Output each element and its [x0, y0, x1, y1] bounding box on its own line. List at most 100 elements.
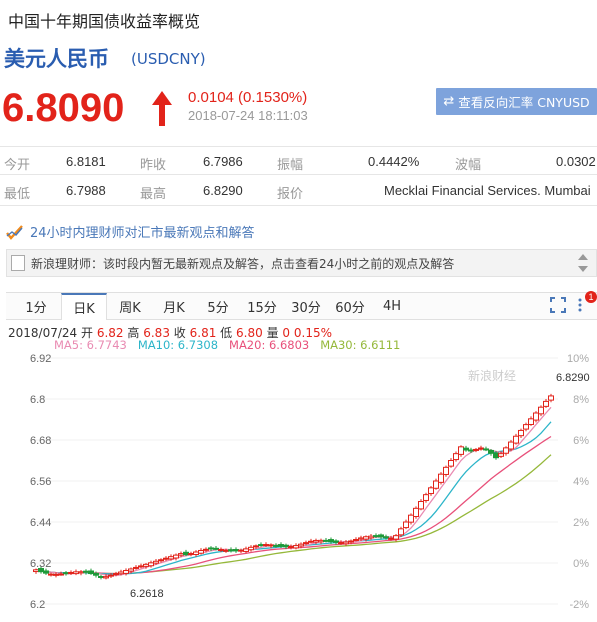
trend-check-icon — [6, 224, 23, 240]
tab-4h[interactable]: 4H — [372, 293, 412, 320]
candle-body — [43, 570, 49, 574]
quote-timestamp: 2018-07-24 18:11:03 — [188, 108, 308, 123]
candle-body — [218, 549, 224, 552]
swap-arrows-icon: ⇄ — [443, 94, 455, 109]
candle-body — [393, 535, 399, 540]
y-tick-label: 6.44 — [30, 517, 51, 529]
candle-body — [293, 545, 299, 549]
tab-1min[interactable]: 1分 — [14, 293, 58, 320]
candle-body — [108, 574, 114, 577]
page-title: 中国十年期国债收益率概览 — [8, 12, 201, 31]
tab-60min[interactable]: 60分 — [328, 293, 372, 320]
candle-body — [508, 441, 514, 450]
stat-value-range: 0.0302 — [556, 154, 596, 169]
candle-body — [408, 514, 414, 523]
tab-monthly-k[interactable]: 月K — [152, 293, 196, 320]
y-tick-label: 6.68 — [30, 435, 51, 447]
candle-body — [273, 544, 279, 547]
candle-body — [373, 535, 379, 538]
candle-body — [338, 542, 344, 545]
pct-tick-label: 8% — [573, 394, 589, 406]
candle-body — [113, 573, 119, 576]
candle-body — [143, 563, 149, 567]
candle-body — [288, 546, 294, 549]
advisor-notice-text: 新浪理财师：该时段内暂无最新观点及解答，点击查看24小时之前的观点及解答 — [31, 256, 455, 271]
candle-body — [198, 549, 204, 554]
divider — [0, 174, 597, 175]
candle-body — [88, 570, 94, 575]
y-tick-label: 6.2 — [30, 599, 45, 611]
stat-label-open: 今开 — [4, 158, 31, 173]
candle-body — [423, 494, 429, 501]
candle-body — [68, 571, 74, 574]
stat-value-open: 6.8181 — [66, 154, 106, 169]
candle-body — [238, 549, 244, 552]
tab-5min[interactable]: 5分 — [196, 293, 240, 320]
candle-body — [178, 553, 184, 556]
candle-body — [433, 480, 439, 489]
candle-body — [308, 540, 314, 543]
notification-badge: 1 — [585, 291, 597, 303]
tab-30min[interactable]: 30分 — [284, 293, 328, 320]
more-vert-icon[interactable] — [576, 297, 584, 313]
y-tick-label: 6.8 — [30, 394, 45, 406]
tab-daily-k[interactable]: 日K — [61, 293, 107, 320]
candle-body — [548, 395, 554, 401]
max-annotation: 6.8290 — [556, 372, 590, 384]
candle-body — [438, 473, 444, 483]
candle-body — [418, 501, 424, 510]
candle-body — [513, 435, 519, 444]
tab-weekly-k[interactable]: 周K — [108, 293, 152, 320]
candle-body — [403, 521, 409, 529]
tab-15min[interactable]: 15分 — [240, 293, 284, 320]
pct-tick-label: -2% — [569, 599, 589, 611]
candle-body — [193, 551, 199, 555]
candle-body — [258, 544, 264, 547]
candle-body — [33, 569, 39, 573]
stat-label-range: 波幅 — [455, 158, 482, 173]
candle-body — [48, 573, 54, 576]
candle-body — [83, 570, 89, 573]
currency-pair-name: 美元人民币 — [4, 47, 109, 71]
advisor-notice[interactable]: 新浪理财师：该时段内暂无最新观点及解答，点击查看24小时之前的观点及解答 — [6, 249, 597, 277]
candle-body — [343, 541, 349, 545]
candle-body — [283, 544, 289, 548]
candle-body — [443, 466, 449, 475]
stat-value-high: 6.8290 — [203, 183, 243, 198]
ma5-line — [35, 406, 552, 577]
ma20-line — [35, 435, 552, 575]
pct-tick-label: 6% — [573, 435, 589, 447]
y-tick-label: 6.32 — [30, 558, 51, 570]
candle-body — [168, 556, 174, 560]
candle-body — [118, 571, 124, 575]
advisor-link[interactable]: 24小时内理财师对汇市最新观点和解答 — [6, 222, 255, 241]
candle-body — [368, 535, 374, 539]
reverse-rate-button[interactable]: ⇄ 查看反向汇率 CNYUSD — [436, 88, 597, 115]
candle-body — [163, 557, 169, 560]
stat-value-amplitude: 0.4442% — [368, 154, 420, 169]
pct-tick-label: 10% — [567, 353, 589, 365]
candle-body — [478, 447, 484, 450]
candle-body — [248, 546, 254, 551]
currency-pair-code: (USDCNY) — [131, 50, 206, 68]
document-icon — [11, 255, 25, 271]
fullscreen-icon[interactable] — [550, 297, 566, 313]
candle-body — [243, 548, 249, 552]
candle-body — [458, 446, 464, 455]
candle-body — [128, 568, 134, 572]
stat-label-quoter: 报价 — [277, 187, 304, 202]
candle-body — [543, 400, 549, 407]
watermark-text: 新浪财经 — [468, 368, 516, 383]
candle-body — [133, 566, 139, 569]
scroll-arrows-icon[interactable] — [577, 251, 589, 275]
candle-body — [473, 448, 479, 451]
stat-label-amplitude: 振幅 — [277, 158, 304, 173]
candle-body — [398, 528, 404, 536]
divider — [0, 146, 597, 147]
candlestick-chart[interactable]: 新浪财经 6.92 10% 6.8 8% 6.68 6% 6.56 4% 6.44 2% 6.32 0… — [0, 350, 597, 622]
candle-body — [98, 575, 104, 578]
stat-label-prev-close: 昨收 — [140, 158, 167, 173]
candle-body — [428, 487, 434, 495]
divider — [0, 205, 597, 206]
candle-body — [203, 548, 209, 551]
